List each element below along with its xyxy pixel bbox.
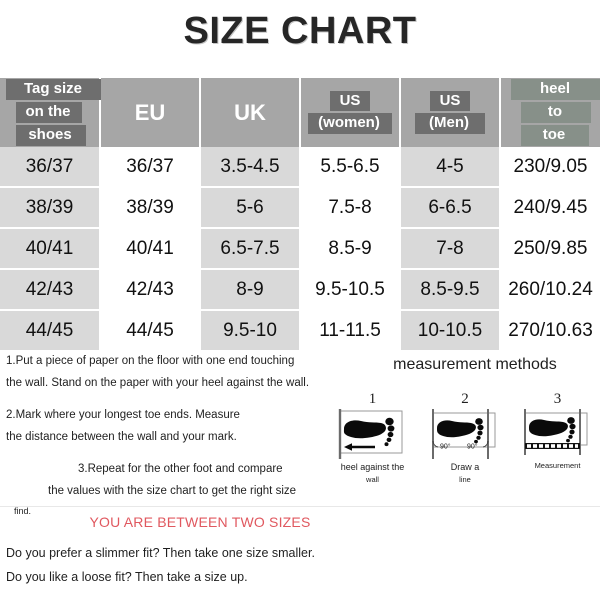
cell-tag-size: 42/43 — [0, 269, 101, 311]
tag-size-stack: Tag size on the shoes — [0, 78, 102, 147]
cell-us-men: 10-10.5 — [400, 310, 501, 350]
cell-tag-size: 38/39 — [0, 187, 101, 229]
cell-heel-to-toe: 270/10.63 — [500, 310, 600, 350]
cell-tag-size: 40/41 — [0, 228, 101, 270]
table-row: 36/37 36/37 3.5-4.5 5.5-6.5 4-5 230/9.05 — [0, 147, 600, 188]
cell-uk: 5-6 — [200, 187, 301, 229]
tag-size-line-2: on the — [16, 102, 82, 123]
diagram-1-caption-line2: wall — [366, 475, 379, 485]
instruction-step1-line1: 1.Put a piece of paper on the floor with… — [6, 355, 295, 367]
cell-us-men: 6-6.5 — [400, 187, 501, 229]
cell-heel-to-toe: 230/9.05 — [500, 147, 600, 188]
heel-to-toe-stack: heel to toe — [501, 78, 600, 147]
cell-eu: 44/45 — [100, 310, 201, 350]
fit-tip-loose: Do you like a loose fit? Then take a siz… — [6, 570, 248, 584]
between-sizes-note: YOU ARE BETWEEN TWO SIZES — [89, 514, 311, 530]
diagram-2-caption-line2: line — [459, 475, 471, 485]
header-cell-us-men: US (Men) — [400, 78, 501, 147]
header-cell-uk: UK — [200, 78, 301, 147]
us-men-line-1: US — [430, 91, 470, 111]
cell-us-women: 5.5-6.5 — [300, 147, 401, 188]
cell-us-women: 7.5-8 — [300, 187, 401, 229]
us-women-stack: US (women) — [301, 78, 399, 147]
cell-uk: 8-9 — [200, 269, 301, 311]
instruction-spacer — [6, 449, 340, 458]
cell-uk: 9.5-10 — [200, 310, 301, 350]
header-cell-heel-to-toe: heel to toe — [500, 78, 600, 147]
instruction-spacer — [6, 395, 340, 404]
us-men-stack: US (Men) — [401, 78, 499, 147]
table-row: 44/45 44/45 9.5-10 11-11.5 10-10.5 270/1… — [0, 310, 600, 350]
table-header-row: Tag size on the shoes EU UK US (women) U… — [0, 78, 600, 147]
cell-us-women: 11-11.5 — [300, 310, 401, 350]
measurement-methods-title: measurement methods — [393, 356, 557, 373]
diagram-1-number: 1 — [368, 391, 377, 407]
cell-us-men: 4-5 — [400, 147, 501, 188]
size-chart-page: SIZE CHART Tag size on the shoes EU UK U… — [0, 0, 600, 600]
instruction-step3-line2: the values with the size chart to get th… — [48, 485, 297, 498]
us-men-line-2: (Men) — [415, 113, 485, 134]
diagram-3-number: 3 — [553, 391, 562, 407]
svg-text:90°: 90° — [467, 443, 478, 451]
cell-heel-to-toe: 250/9.85 — [500, 228, 600, 270]
foot-measure-ruler-icon — [524, 409, 588, 455]
cell-eu: 40/41 — [100, 228, 201, 270]
size-chart-table: Tag size on the shoes EU UK US (women) U… — [0, 78, 600, 350]
cell-tag-size: 36/37 — [0, 147, 101, 188]
table-row: 40/41 40/41 6.5-7.5 8.5-9 7-8 250/9.85 — [0, 228, 600, 270]
foot-draw-line-icon: 90° 90° — [431, 409, 495, 459]
divider — [0, 506, 600, 507]
fit-tip-slimmer: Do you prefer a slimmer fit? Then take o… — [6, 546, 315, 560]
diagram-3: 3 Measurement — [515, 392, 600, 497]
cell-us-men: 7-8 — [400, 228, 501, 270]
header-cell-eu: EU — [100, 78, 201, 147]
diagram-2-caption-line1: Draw a — [450, 462, 480, 472]
cell-uk: 6.5-7.5 — [200, 228, 301, 270]
cell-uk: 3.5-4.5 — [200, 147, 301, 188]
heel-to-toe-line-3: toe — [521, 124, 589, 146]
cell-us-women: 8.5-9 — [300, 228, 401, 270]
cell-heel-to-toe: 260/10.24 — [500, 269, 600, 311]
table-row: 42/43 42/43 8-9 9.5-10.5 8.5-9.5 260/10.… — [0, 269, 600, 311]
cell-us-men: 8.5-9.5 — [400, 269, 501, 311]
svg-text:90°: 90° — [440, 443, 451, 451]
foot-against-wall-icon — [338, 409, 403, 459]
header-label-uk: UK — [234, 99, 266, 125]
header-label-eu: EU — [134, 99, 166, 125]
cell-heel-to-toe: 240/9.45 — [500, 187, 600, 229]
us-women-line-1: US — [330, 91, 370, 111]
header-cell-us-women: US (women) — [300, 78, 401, 147]
tag-size-line-1: Tag size — [6, 79, 102, 101]
us-women-line-2: (women) — [308, 113, 392, 134]
page-title: SIZE CHART — [183, 10, 417, 52]
measure-instructions: 1.Put a piece of paper on the floor with… — [6, 350, 340, 520]
diagram-2: 2 90° 90° Draw a line — [423, 392, 508, 497]
table-row: 38/39 38/39 5-6 7.5-8 6-6.5 240/9.45 — [0, 187, 600, 229]
cell-eu: 38/39 — [100, 187, 201, 229]
heel-to-toe-line-2: to — [521, 102, 591, 123]
instruction-step2-line1: 2.Mark where your longest toe ends. Meas… — [6, 408, 240, 421]
instruction-step3-line1: 3.Repeat for the other foot and compare — [78, 462, 283, 475]
instruction-step2-line2: the distance between the wall and your m… — [6, 431, 237, 444]
diagram-1-caption-line1: heel against the — [340, 462, 405, 472]
diagram-2-number: 2 — [461, 391, 469, 407]
header-cell-tag-size: Tag size on the shoes — [0, 78, 102, 147]
cell-us-women: 9.5-10.5 — [300, 269, 401, 311]
cell-tag-size: 44/45 — [0, 310, 101, 350]
diagram-1: 1 heel against the wall — [330, 392, 415, 497]
cell-eu: 42/43 — [100, 269, 201, 311]
diagram-3-caption-line1: Measurement — [534, 461, 581, 470]
tag-size-line-3: shoes — [16, 124, 86, 146]
instruction-step1-line2: the wall. Stand on the paper with your h… — [6, 377, 310, 390]
measurement-diagrams: 1 heel against the wall 2 90° 90° Draw a… — [330, 392, 600, 497]
cell-eu: 36/37 — [100, 147, 201, 188]
heel-to-toe-line-1: heel — [511, 79, 600, 101]
